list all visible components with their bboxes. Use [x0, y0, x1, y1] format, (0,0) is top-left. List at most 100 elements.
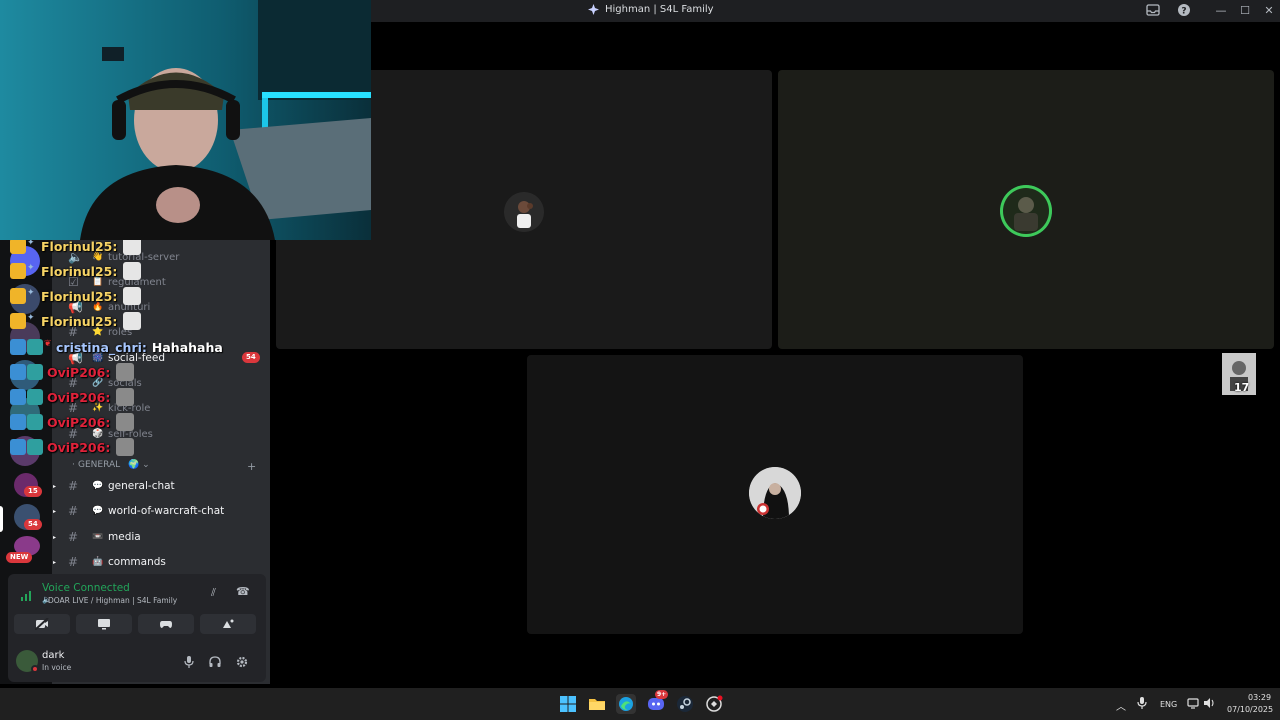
camera-toggle-button[interactable]: [14, 614, 70, 634]
participant-avatar-speaking: [1000, 185, 1052, 237]
hash-icon: #: [68, 479, 79, 493]
channel-emoji: 📼: [92, 532, 104, 542]
webcam-overlay: [0, 0, 371, 240]
windows-start-icon[interactable]: [558, 694, 578, 714]
globe-icon: 🌍 ⌄: [128, 460, 150, 470]
status-dot: [31, 665, 39, 673]
server-mention-badge: 15: [24, 486, 42, 497]
crown-badge-icon: [10, 238, 26, 254]
maximize-button[interactable]: ☐: [1237, 3, 1253, 19]
stream-chat-overlay: ✦ Florinul25: ✦ Florinul25: ✦ Florinul25…: [10, 234, 270, 460]
chat-message: ✦ Florinul25:: [10, 309, 142, 333]
network-icon[interactable]: [1187, 697, 1199, 712]
chat-username: OviP206:: [47, 389, 111, 405]
help-icon[interactable]: ?: [1176, 3, 1192, 19]
hash-icon: #: [68, 555, 79, 569]
video-tile-2[interactable]: [778, 70, 1274, 349]
discord-taskbar-icon[interactable]: 9+: [646, 690, 669, 714]
chat-username: Florinul25:: [41, 313, 118, 329]
file-explorer-icon[interactable]: [587, 694, 607, 714]
minimize-button[interactable]: —: [1213, 3, 1229, 19]
noise-suppression-icon[interactable]: ⫽: [211, 586, 216, 600]
new-badge: NEW: [6, 552, 33, 563]
add-channel-icon[interactable]: +: [247, 460, 256, 473]
microphone-icon[interactable]: [182, 656, 196, 670]
clock-time[interactable]: 03:29: [1248, 693, 1271, 702]
chat-username: Florinul25:: [41, 263, 118, 279]
microphone-tray-icon[interactable]: [1137, 697, 1147, 712]
channel-emoji: 💬: [92, 506, 104, 516]
participant-avatar: [749, 467, 801, 519]
chat-message: OviP206:: [10, 410, 135, 434]
discord-notification-badge: 9+: [655, 690, 669, 699]
sparkle-icon: ✦: [27, 238, 35, 248]
chat-username: OviP206:: [47, 439, 111, 455]
participant-thumbnail[interactable]: 17: [1222, 353, 1256, 395]
unread-dot: ▸: [53, 558, 57, 566]
inbox-icon[interactable]: [1145, 3, 1161, 19]
hash-icon: #: [68, 504, 79, 518]
clock-date[interactable]: 07/10/2025: [1227, 705, 1273, 714]
disconnect-icon[interactable]: ☎: [236, 585, 250, 598]
language-indicator[interactable]: ENG: [1160, 700, 1177, 709]
gg-badge-icon: [27, 389, 43, 405]
signal-icon[interactable]: [20, 586, 34, 605]
channel-item[interactable]: ▸ # 📼 media: [52, 527, 270, 547]
edge-browser-icon[interactable]: [616, 694, 636, 714]
chat-message: ❦ cristina_chri: Hahahaha: [10, 335, 223, 359]
unread-dot: ▸: [53, 533, 57, 541]
unread-dot: ▸: [53, 507, 57, 515]
soundboard-button[interactable]: [200, 614, 256, 634]
emote-icon: [116, 438, 135, 456]
chat-message: OviP206:: [10, 360, 135, 384]
sword-badge-icon: [10, 414, 26, 430]
activities-button[interactable]: [138, 614, 194, 634]
channel-name: commands: [108, 556, 166, 568]
voice-location[interactable]: DOAR LIVE / Highman | S4L Family: [48, 596, 177, 605]
voice-panel: Voice Connected 🔈 DOAR LIVE / Highman | …: [8, 574, 266, 682]
steam-icon[interactable]: [675, 694, 695, 714]
gg-badge-icon: [27, 439, 43, 455]
channel-item[interactable]: ▸ # 🤖 commands: [52, 552, 270, 572]
emote-icon: [116, 413, 135, 431]
voice-status[interactable]: Voice Connected: [42, 582, 130, 594]
channel-emoji: 🤖: [92, 557, 104, 567]
screen: Highman | S4L Family ? — ☐ ✕ 17 15 54 NE…: [0, 0, 1280, 720]
channel-emoji: 💬: [92, 481, 104, 491]
chat-username: Florinul25:: [41, 288, 118, 304]
show-hidden-icons-chevron-icon[interactable]: ︿: [1116, 698, 1126, 713]
rose-icon: ❦: [44, 339, 52, 349]
chat-message: ✦ Florinul25:: [10, 259, 142, 283]
sword-badge-icon: [10, 364, 26, 380]
emote-icon: [116, 388, 135, 406]
app-icon[interactable]: [704, 694, 724, 714]
chat-username: OviP206:: [47, 364, 111, 380]
unread-dot: ▸: [53, 482, 57, 490]
gg-badge-icon: [27, 339, 43, 355]
headphones-icon[interactable]: [208, 656, 222, 670]
chat-message: OviP206:: [10, 385, 135, 409]
screen-share-button[interactable]: [76, 614, 132, 634]
crown-badge-icon: [10, 263, 26, 279]
volume-icon[interactable]: [1203, 697, 1215, 712]
server-mention-badge: 54: [24, 519, 42, 530]
video-tile-3[interactable]: [527, 355, 1023, 634]
sword-badge-icon: [10, 439, 26, 455]
user-avatar[interactable]: [16, 650, 39, 673]
username[interactable]: dark: [42, 650, 64, 661]
sparkle-icon: ✦: [27, 263, 35, 273]
svg-text:?: ?: [1181, 7, 1186, 17]
user-status: In voice: [42, 663, 72, 672]
channel-item[interactable]: ▸ # 💬 general-chat: [52, 476, 270, 496]
chevron-icon: ·: [72, 460, 75, 470]
thumbnail-count: 17: [1234, 381, 1250, 394]
category-general[interactable]: · GENERAL 🌍 ⌄ +: [52, 460, 270, 473]
chat-message: OviP206:: [10, 435, 135, 459]
taskbar: 9+ ︿ ENG 03:29 07/10/2025: [0, 688, 1280, 720]
channel-item[interactable]: ▸ # 💬 world-of-warcraft-chat: [52, 501, 270, 521]
settings-gear-icon[interactable]: [235, 656, 249, 670]
close-button[interactable]: ✕: [1261, 3, 1277, 19]
selected-server-indicator: [0, 506, 3, 532]
sparkle-icon: ✦: [27, 288, 35, 298]
channel-name: media: [108, 531, 141, 543]
